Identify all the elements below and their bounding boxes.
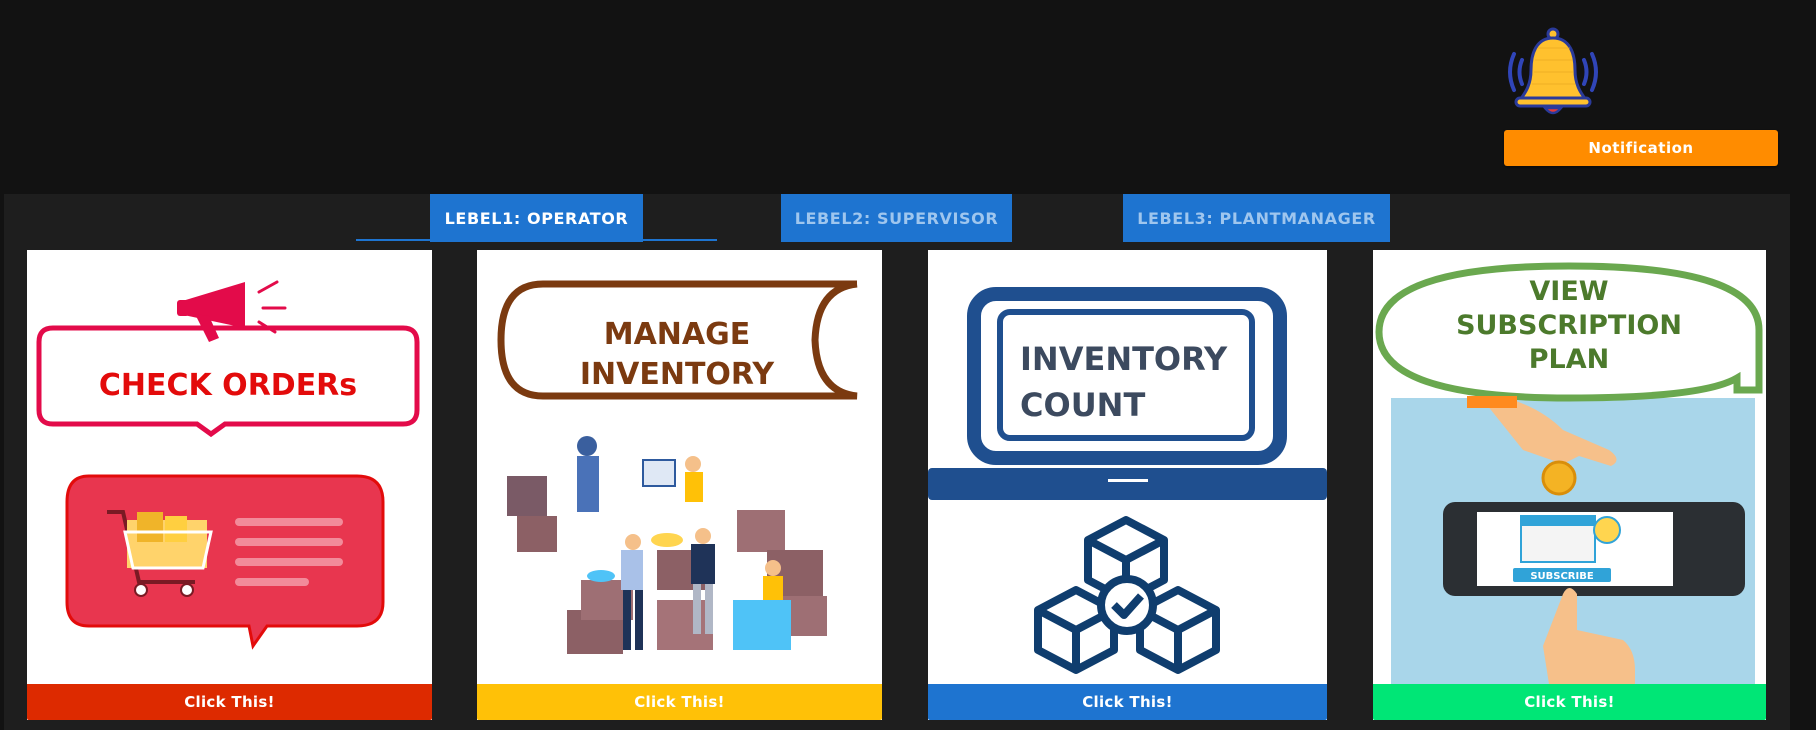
subscription-plan-button[interactable]: Click This! [1373, 684, 1766, 720]
phone-calendar-icon: SUBSCRIBE [1443, 502, 1745, 596]
subscription-plan-graphic: VIEW SUBSCRIPTION PLAN SUBSCRIBE [1373, 250, 1766, 684]
card-subscription-plan: VIEW SUBSCRIPTION PLAN SUBSCRIBE Click T… [1373, 250, 1766, 720]
manage-inventory-graphic: MANAGE INVENTORY [477, 250, 882, 684]
manage-text: MANAGE [604, 317, 751, 352]
bell-icon[interactable] [1500, 26, 1606, 118]
view-text: VIEW [1529, 276, 1608, 307]
tab-operator[interactable]: LEBEL1: OPERATOR [430, 194, 643, 242]
manage-inventory-button[interactable]: Click This! [477, 684, 882, 720]
dashboard-page: Notification LEBEL1: OPERATOR LEBEL2: SU… [0, 0, 1816, 730]
notification-button[interactable]: Notification [1504, 130, 1778, 166]
inventory-count-button[interactable]: Click This! [928, 684, 1327, 720]
subscribe-badge: SUBSCRIBE [1530, 571, 1594, 582]
card-manage-inventory: MANAGE INVENTORY Click This! [477, 250, 882, 720]
inventory-count-line2: COUNT [1020, 386, 1145, 424]
megaphone-icon [177, 280, 287, 342]
subscription-text: SUBSCRIPTION [1456, 310, 1682, 341]
tab-supervisor[interactable]: LEBEL2: SUPERVISOR [781, 194, 1012, 242]
check-orders-graphic: CHECK ORDERs [27, 250, 432, 684]
card-check-orders: CHECK ORDERs Click This! [27, 250, 432, 720]
check-orders-button[interactable]: Click This! [27, 684, 432, 720]
boxes-check-icon [1034, 516, 1220, 674]
active-tab-indicator [356, 239, 717, 241]
inventory-text: INVENTORY [580, 357, 776, 392]
inventory-count-line1: INVENTORY [1020, 340, 1228, 378]
plan-text: PLAN [1529, 344, 1610, 375]
warehouse-illustration [507, 436, 827, 654]
card-inventory-count: INVENTORY COUNT Click This! [928, 250, 1327, 720]
tab-plantmanager[interactable]: LEBEL3: PLANTMANAGER [1123, 194, 1390, 242]
inventory-count-graphic: INVENTORY COUNT [928, 250, 1327, 684]
check-orders-text: CHECK ORDERs [99, 368, 357, 403]
